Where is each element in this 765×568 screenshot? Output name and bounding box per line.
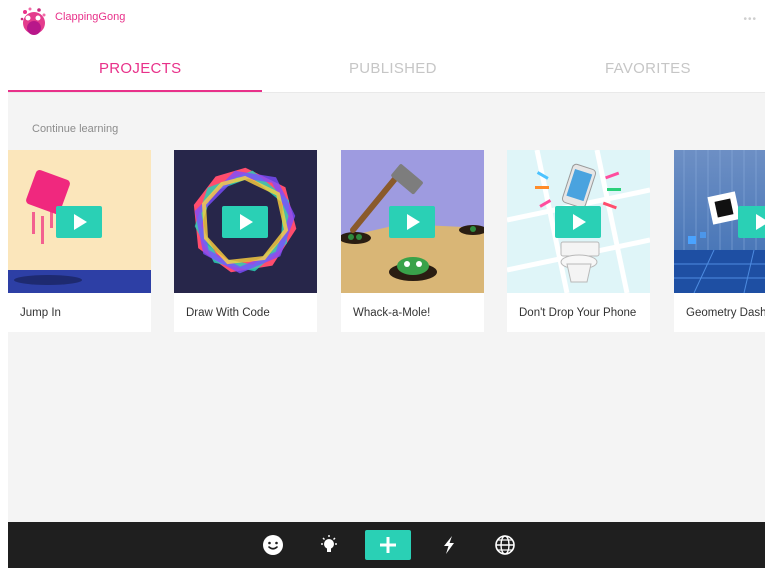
card-title: Don't Drop Your Phone	[519, 307, 637, 319]
app-header: ClappingGong •••	[0, 0, 765, 40]
section-title: Continue learning	[32, 123, 119, 135]
ellipsis-icon[interactable]: •••	[743, 14, 757, 25]
project-card-draw-with-code[interactable]: Draw With Code	[174, 150, 317, 332]
project-card-geometry-dash[interactable]: Geometry Dash	[674, 150, 765, 332]
play-button[interactable]	[555, 206, 601, 238]
tab-projects[interactable]: PROJECTS	[99, 60, 181, 77]
tab-bar: PROJECTS PUBLISHED FAVORITES	[0, 50, 765, 92]
avatar[interactable]	[19, 6, 49, 36]
card-title: Whack-a-Mole!	[353, 307, 431, 319]
play-button[interactable]	[389, 206, 435, 238]
card-title: Draw With Code	[186, 307, 270, 319]
main-content: Continue learning Jump In Draw With Code	[8, 93, 765, 522]
play-button[interactable]	[738, 206, 765, 238]
lightning-bolt-icon[interactable]	[437, 533, 461, 557]
username-label[interactable]: ClappingGong	[55, 11, 125, 23]
play-button[interactable]	[222, 206, 268, 238]
tab-favorites[interactable]: FAVORITES	[605, 60, 691, 77]
bottom-nav-bar	[8, 522, 765, 568]
tab-published[interactable]: PUBLISHED	[349, 60, 437, 77]
lightbulb-icon[interactable]	[317, 533, 341, 557]
smiley-face-icon[interactable]	[261, 533, 285, 557]
add-project-button[interactable]	[365, 530, 411, 560]
project-card-whack-a-mole[interactable]: Whack-a-Mole!	[341, 150, 484, 332]
project-card-dont-drop-your-phone[interactable]: Don't Drop Your Phone	[507, 150, 650, 332]
play-button[interactable]	[56, 206, 102, 238]
project-card-jump-in[interactable]: Jump In	[8, 150, 151, 332]
plus-icon	[380, 537, 396, 553]
card-title: Jump In	[20, 307, 61, 319]
card-title: Geometry Dash	[686, 307, 765, 319]
globe-icon[interactable]	[493, 533, 517, 557]
